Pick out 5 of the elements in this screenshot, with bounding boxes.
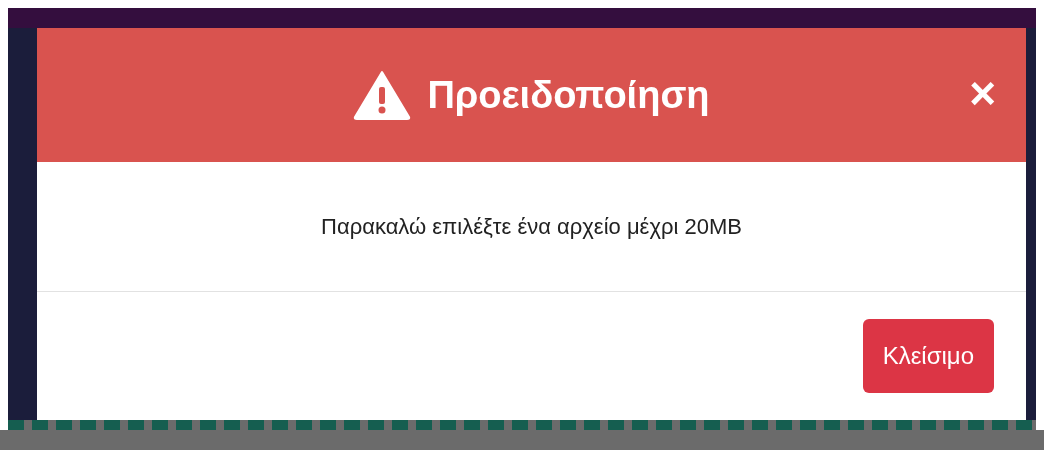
warning-icon	[353, 70, 412, 120]
dialog-title: Προειδοποίηση	[427, 72, 710, 118]
close-dialog-button[interactable]: Κλείσιμο	[862, 319, 994, 393]
close-button[interactable]: ×	[969, 70, 996, 116]
dialog-message: Παρακαλώ επιλέξτε ένα αρχείο μέχρι 20MB	[321, 213, 742, 241]
